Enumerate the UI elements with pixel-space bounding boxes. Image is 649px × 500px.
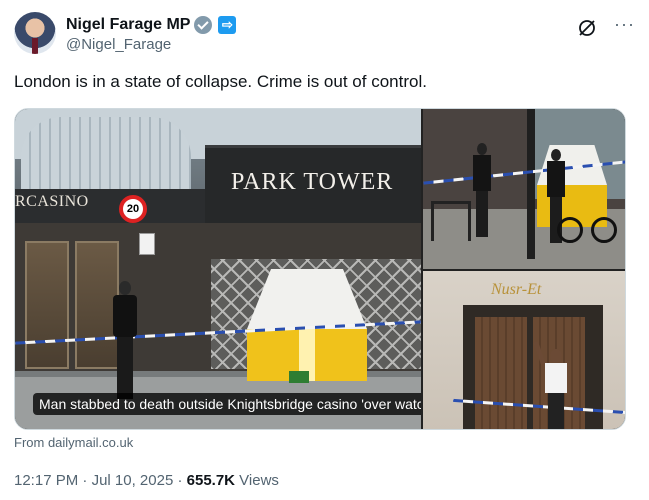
evidence-box <box>289 371 309 383</box>
grok-icon[interactable] <box>577 18 597 38</box>
officer-vest <box>113 295 137 337</box>
officer-head <box>477 143 487 155</box>
police-officer <box>471 143 493 237</box>
media-grid[interactable]: RCASINO PARK TOWER 20 Man stabbed to dea… <box>14 108 626 430</box>
media-caption: Man stabbed to death outside Knightsbrid… <box>33 393 421 415</box>
tweet-text: London is in a state of collapse. Crime … <box>14 72 427 91</box>
tweet-date[interactable]: Jul 10, 2025 <box>92 472 174 489</box>
restaurant-sign: Nusr-Et <box>491 281 542 298</box>
more-options-icon[interactable]: ··· <box>614 14 635 35</box>
card-source-link[interactable]: From dailymail.co.uk <box>14 435 133 450</box>
bicycle <box>557 205 617 245</box>
parking-sign <box>139 233 155 255</box>
tweet-meta: 12:17 PM · Jul 10, 2025 · 655.7K Views <box>14 472 279 489</box>
meta-separator: · <box>173 472 187 489</box>
police-officer <box>109 281 141 399</box>
bicycle-wheel <box>591 217 617 243</box>
metal-barrier <box>431 201 471 241</box>
author-name-row: Nigel Farage MP ⇨ <box>66 14 237 36</box>
casino-sign: RCASINO <box>15 193 89 210</box>
bicycle-wheel <box>557 217 583 243</box>
side-photo-top[interactable] <box>423 109 625 269</box>
avatar-tie <box>32 38 38 54</box>
officer-head <box>119 281 131 295</box>
restaurant-door <box>475 317 527 429</box>
side-photo-bottom[interactable]: Nusr-Et <box>423 271 625 429</box>
views-count[interactable]: 655.7K <box>187 472 235 489</box>
main-photo[interactable]: RCASINO PARK TOWER 20 Man stabbed to dea… <box>15 109 421 429</box>
person-head <box>550 349 562 363</box>
officer-vest <box>547 161 565 197</box>
officer-legs <box>117 337 133 399</box>
meta-separator: · <box>78 472 92 489</box>
lamp-pole <box>527 109 535 259</box>
person-shirt <box>545 363 567 393</box>
officer-legs <box>476 191 488 237</box>
tent-roof <box>247 269 367 329</box>
officer-head <box>551 149 561 161</box>
author-display-name[interactable]: Nigel Farage MP <box>66 16 190 34</box>
casino-door <box>25 241 69 369</box>
person-legs <box>548 393 564 429</box>
views-label: Views <box>235 472 279 489</box>
author-handle[interactable]: @Nigel_Farage <box>66 36 171 53</box>
affiliate-badge-icon[interactable]: ⇨ <box>218 16 237 34</box>
waving-person <box>533 340 569 429</box>
park-tower-sign: PARK TOWER <box>231 169 394 195</box>
glass-tower <box>21 117 191 197</box>
officer-vest <box>473 155 491 191</box>
avatar[interactable] <box>14 12 56 54</box>
verified-icon[interactable] <box>194 16 213 34</box>
tweet-header: Nigel Farage MP ⇨ @Nigel_Farage ··· <box>14 8 635 56</box>
speed-limit-sign: 20 <box>119 195 147 223</box>
tweet-time[interactable]: 12:17 PM <box>14 472 78 489</box>
